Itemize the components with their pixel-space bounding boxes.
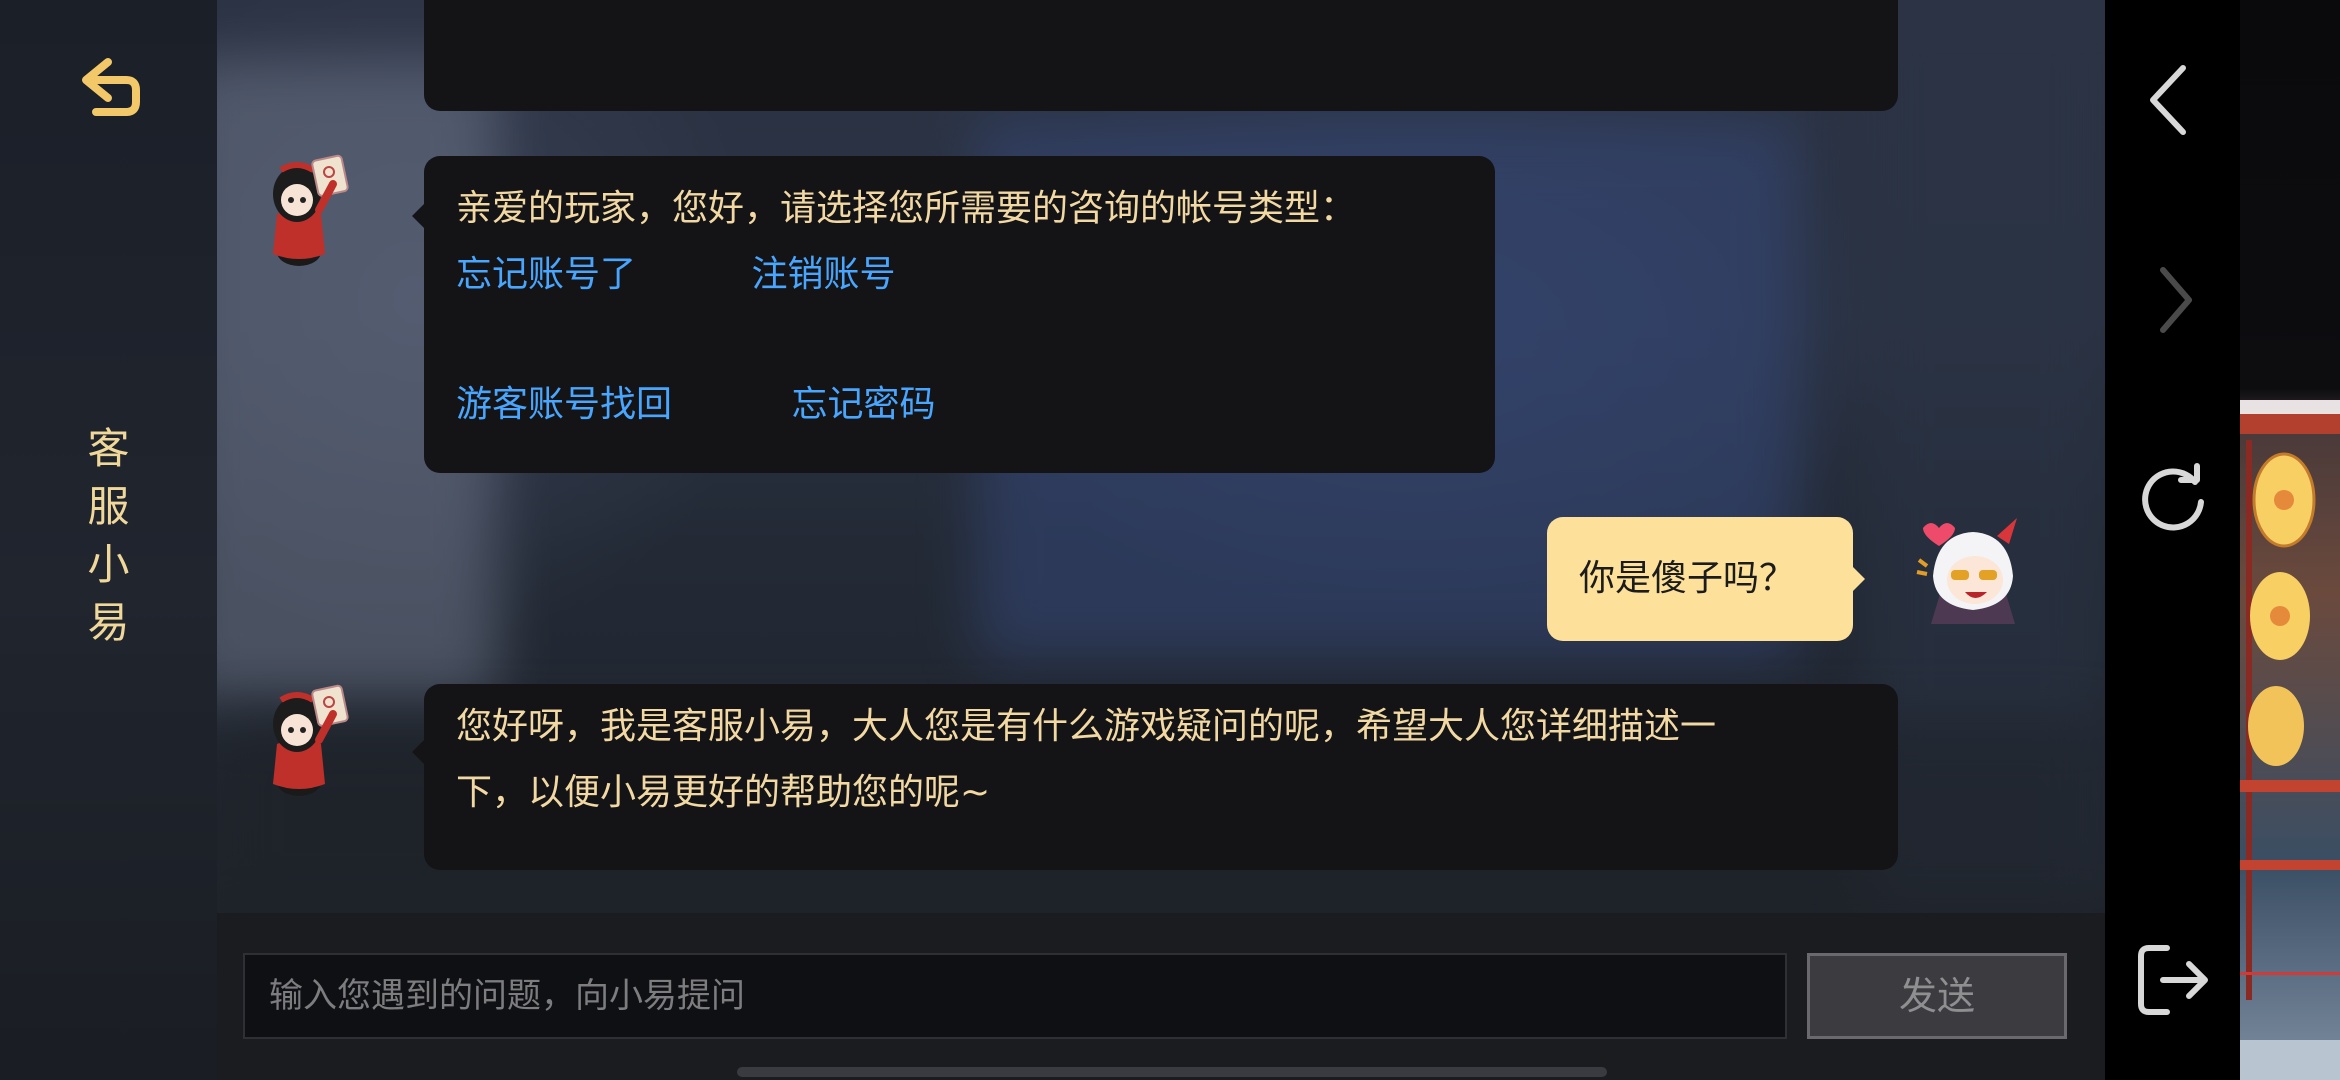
option-forgot-password[interactable]: 忘记密码 <box>791 372 935 438</box>
user-message-text: 你是傻子吗？ <box>1579 558 1796 599</box>
input-bar: 发送 <box>217 913 2105 1080</box>
bubble-tail <box>1853 567 1865 591</box>
agent-message-text: 您好呀，我是客服小易，大人您是有什么游戏疑问的呢，希望大人您详细描述一 <box>456 706 1717 747</box>
browser-nav-bar <box>2105 0 2240 1080</box>
agent-message-bubble: 您好呀，我是客服小易，大人您是有什么游戏疑问的呢，希望大人您详细描述一 下，以便… <box>412 684 1898 870</box>
agent-avatar <box>259 154 355 270</box>
user-message-bubble: 你是傻子吗？ <box>1547 517 1865 641</box>
option-guest-account-recovery[interactable]: 游客账号找回 <box>456 372 780 438</box>
title-char: 服 <box>87 482 130 531</box>
back-button[interactable] <box>70 50 150 130</box>
nav-back-button[interactable] <box>2133 60 2213 140</box>
home-indicator-bar <box>737 1067 1607 1077</box>
nav-forward-button[interactable] <box>2133 260 2213 340</box>
bubble-tail <box>412 204 424 228</box>
user-avatar <box>1913 514 2033 634</box>
title-char: 小 <box>87 540 130 589</box>
option-cancel-account[interactable]: 注销账号 <box>751 242 895 308</box>
game-background-strip <box>2240 0 2340 1080</box>
chevron-right-icon <box>2160 267 2192 333</box>
question-input[interactable] <box>243 953 1787 1039</box>
option-forgot-account[interactable]: 忘记账号了 <box>456 242 740 308</box>
refresh-icon <box>2142 463 2204 531</box>
back-arrow-icon <box>82 58 140 116</box>
bubble-tail <box>412 740 424 764</box>
agent-message-text: 下，以便小易更好的帮助您的呢~ <box>456 772 991 813</box>
agent-message-text: 亲爱的玩家，您好，请选择您所需要的咨询的帐号类型： <box>456 188 1357 229</box>
title-char: 易 <box>87 598 130 647</box>
title-char: 客 <box>87 424 130 473</box>
option-row: 游客账号找回 忘记密码 <box>456 372 1463 438</box>
service-title: 客 服 小 易 <box>0 420 217 652</box>
send-button[interactable]: 发送 <box>1807 953 2067 1039</box>
exit-button[interactable] <box>2133 940 2213 1020</box>
agent-message-bubble: 亲爱的玩家，您好，请选择您所需要的咨询的帐号类型： 忘记账号了 注销账号 游客账… <box>412 156 1495 473</box>
agent-avatar <box>259 684 355 800</box>
customer-service-screen: 客 服 小 易 亲爱的玩家，您好，请选择您所需要的咨询的帐号类型： 忘记账号了 … <box>0 0 2340 1080</box>
chevron-left-icon <box>2150 65 2186 135</box>
chat-area[interactable]: 亲爱的玩家，您好，请选择您所需要的咨询的帐号类型： 忘记账号了 注销账号 游客账… <box>217 0 2105 913</box>
previous-message-bubble <box>424 0 1898 111</box>
exit-icon <box>2138 945 2208 1015</box>
option-row: 忘记账号了 注销账号 <box>456 242 1463 308</box>
refresh-button[interactable] <box>2133 460 2213 540</box>
left-panel: 客 服 小 易 <box>0 0 217 1080</box>
